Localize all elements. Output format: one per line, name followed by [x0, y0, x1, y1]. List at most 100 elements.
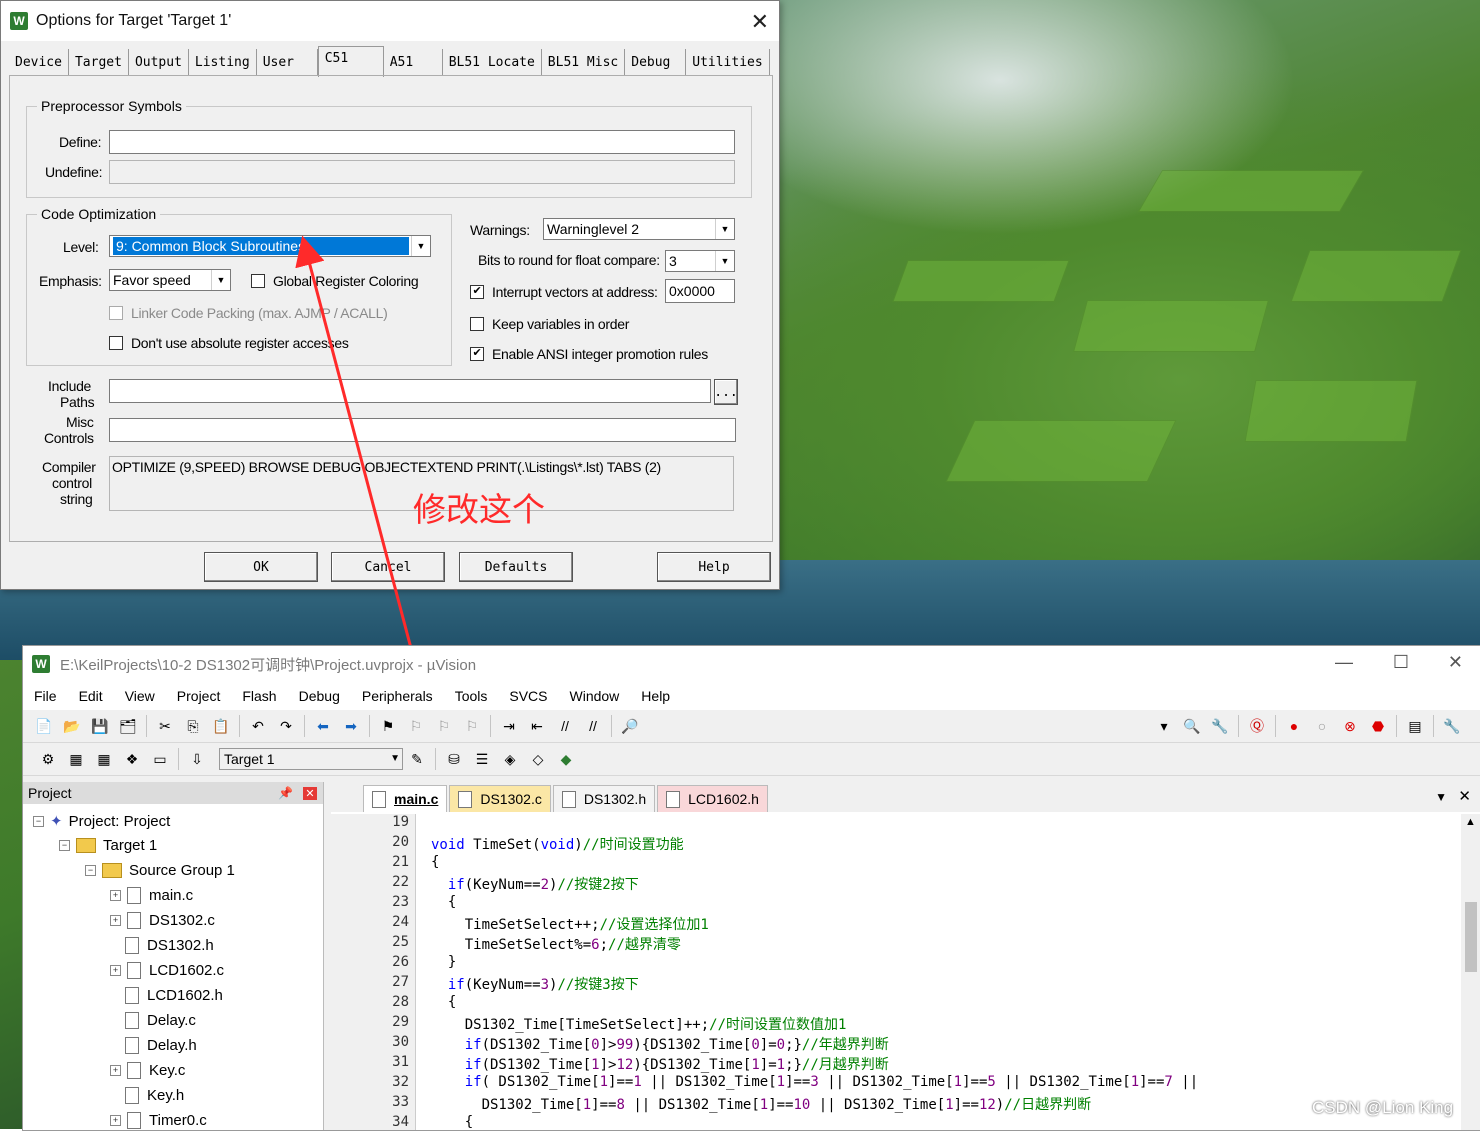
undo-icon[interactable]: ↶	[249, 717, 267, 735]
checkbox-box[interactable]	[470, 317, 484, 331]
tree-file-item[interactable]: + main.c	[110, 887, 193, 904]
checkbox-box[interactable]	[109, 306, 123, 320]
menu-debug[interactable]: Debug	[288, 688, 351, 704]
editor-tab-main-c[interactable]: main.c	[363, 785, 448, 812]
translate-icon[interactable]: ⚙	[39, 750, 57, 768]
warnings-select[interactable]: Warninglevel 2 ▼	[543, 218, 735, 240]
redo-icon[interactable]: ↷	[277, 717, 295, 735]
indent-icon[interactable]: ⇥	[500, 717, 518, 735]
cancel-button[interactable]: Cancel	[331, 552, 445, 582]
run-time-env-icon[interactable]: ◆	[557, 750, 575, 768]
chevron-down-icon[interactable]: ▼	[211, 270, 230, 290]
tab-utilities[interactable]: Utilities	[686, 49, 770, 75]
tree-file-item[interactable]: + LCD1602.c	[110, 962, 224, 979]
pin-icon[interactable]: 📌	[278, 786, 293, 800]
manage-rte-icon[interactable]: ◈	[501, 750, 519, 768]
menu-file[interactable]: File	[23, 688, 68, 704]
code-area[interactable]: 19 20 void TimeSet(void)//时间设置功能 21 {22 if(K…	[331, 814, 1461, 1130]
tree-file-item[interactable]: + Key.c	[110, 1062, 185, 1079]
uncomment-icon[interactable]: //	[584, 717, 602, 735]
misc-controls-input[interactable]	[109, 418, 736, 442]
download-icon[interactable]: ⇩	[188, 750, 206, 768]
menu-window[interactable]: Window	[559, 688, 631, 704]
keep-variables-checkbox[interactable]: Keep variables in order	[470, 316, 629, 332]
find-icon[interactable]: 🔍	[1183, 717, 1201, 735]
batch-build-icon[interactable]: ❖	[123, 750, 141, 768]
expand-icon[interactable]: +	[110, 915, 121, 926]
undefine-input[interactable]	[109, 160, 735, 184]
cut-icon[interactable]: ✂	[156, 717, 174, 735]
expand-icon[interactable]: +	[110, 1115, 121, 1126]
build-icon[interactable]: ▦	[67, 750, 85, 768]
expand-icon[interactable]: +	[110, 965, 121, 976]
collapse-icon[interactable]: −	[33, 815, 44, 827]
tab-debug[interactable]: Debug	[625, 49, 687, 75]
include-paths-input[interactable]	[109, 379, 711, 403]
chevron-down-icon[interactable]: ▼	[715, 219, 734, 239]
tree-file-item[interactable]: Key.h	[125, 1087, 184, 1104]
menu-help[interactable]: Help	[630, 688, 681, 704]
next-bookmark-icon[interactable]: ⚐	[435, 717, 453, 735]
checkbox-checked[interactable]: ✔	[470, 285, 484, 299]
scroll-thumb[interactable]	[1465, 902, 1477, 972]
interrupt-vectors-checkbox[interactable]: ✔ Interrupt vectors at address:	[470, 284, 658, 300]
tree-file-item[interactable]: Delay.h	[125, 1037, 197, 1054]
linker-code-packing-checkbox[interactable]: Linker Code Packing (max. AJMP / ACALL)	[109, 305, 388, 321]
chevron-down-icon[interactable]: ▼	[715, 251, 734, 271]
level-select[interactable]: 9: Common Block Subroutines ▼	[109, 235, 431, 257]
ansi-promotion-checkbox[interactable]: ✔ Enable ANSI integer promotion rules	[470, 346, 708, 362]
tree-file-item[interactable]: + DS1302.c	[110, 912, 215, 929]
collapse-icon[interactable]: −	[85, 865, 96, 876]
rebuild-icon[interactable]: ▦	[95, 750, 113, 768]
menu-project[interactable]: Project	[166, 688, 232, 704]
close-icon[interactable]: ✕	[1448, 652, 1463, 673]
find-in-files-icon[interactable]: 🔎	[621, 717, 639, 735]
ok-button[interactable]: OK	[204, 552, 318, 582]
editor-tab-ds1302-c[interactable]: DS1302.c	[449, 785, 551, 812]
maximize-icon[interactable]: ☐	[1393, 652, 1409, 673]
tab-user[interactable]: User	[257, 49, 318, 75]
tree-file-item[interactable]: LCD1602.h	[125, 987, 223, 1004]
editor-tab-lcd1602-h[interactable]: LCD1602.h	[657, 785, 768, 812]
debug-session-icon[interactable]: Ⓠ	[1248, 717, 1266, 735]
save-all-icon[interactable]: 🗂	[119, 717, 137, 735]
checkbox-box[interactable]	[109, 336, 123, 350]
disable-breakpoint-icon[interactable]: ○	[1313, 717, 1331, 735]
define-input[interactable]	[109, 130, 735, 154]
configure-icon[interactable]: 🔧	[1443, 717, 1461, 735]
tab-device[interactable]: Device	[9, 49, 69, 75]
tab-a51[interactable]: A51	[384, 49, 443, 75]
tab-output[interactable]: Output	[129, 49, 189, 75]
checkbox-checked[interactable]: ✔	[470, 347, 484, 361]
close-icon[interactable]: ✕	[751, 9, 769, 35]
open-folder-icon[interactable]: 📂	[63, 717, 81, 735]
global-register-coloring-checkbox[interactable]: Global Register Coloring	[251, 273, 419, 289]
dropdown-icon[interactable]: ▾	[1155, 717, 1173, 735]
collapse-icon[interactable]: −	[59, 840, 70, 851]
tab-c51[interactable]: C51	[317, 46, 384, 77]
back-icon[interactable]: ⬅	[314, 717, 332, 735]
no-absolute-register-checkbox[interactable]: Don't use absolute register accesses	[109, 335, 349, 351]
close-icon[interactable]: ✕	[1458, 787, 1471, 805]
tree-target[interactable]: − Target 1	[59, 837, 157, 854]
chevron-down-icon[interactable]: ▼	[390, 749, 400, 769]
breakpoint-icon[interactable]: ●	[1285, 717, 1303, 735]
help-button[interactable]: Help	[657, 552, 771, 582]
vertical-scrollbar[interactable]: ▲	[1461, 814, 1480, 1130]
editor-tab-ds1302-h[interactable]: DS1302.h	[552, 785, 656, 812]
stop-build-icon[interactable]: ▭	[151, 750, 169, 768]
tab-list-icon[interactable]: ▼	[1435, 790, 1447, 804]
tree-source-group[interactable]: − Source Group 1	[85, 862, 235, 879]
pack-installer-icon[interactable]: ◇	[529, 750, 547, 768]
paste-icon[interactable]: 📋	[212, 717, 230, 735]
close-icon[interactable]: ✕	[303, 786, 317, 800]
interrupt-address-input[interactable]: 0x0000	[665, 279, 735, 303]
emphasis-select[interactable]: Favor speed ▼	[109, 269, 231, 291]
prev-bookmark-icon[interactable]: ⚐	[407, 717, 425, 735]
kill-breakpoints-icon[interactable]: ⬣	[1369, 717, 1387, 735]
defaults-button[interactable]: Defaults	[459, 552, 573, 582]
unindent-icon[interactable]: ⇤	[528, 717, 546, 735]
tree-project-root[interactable]: − ✦ Project: Project	[33, 812, 170, 830]
clear-breakpoints-icon[interactable]: ⊗	[1341, 717, 1359, 735]
comment-icon[interactable]: //	[556, 717, 574, 735]
